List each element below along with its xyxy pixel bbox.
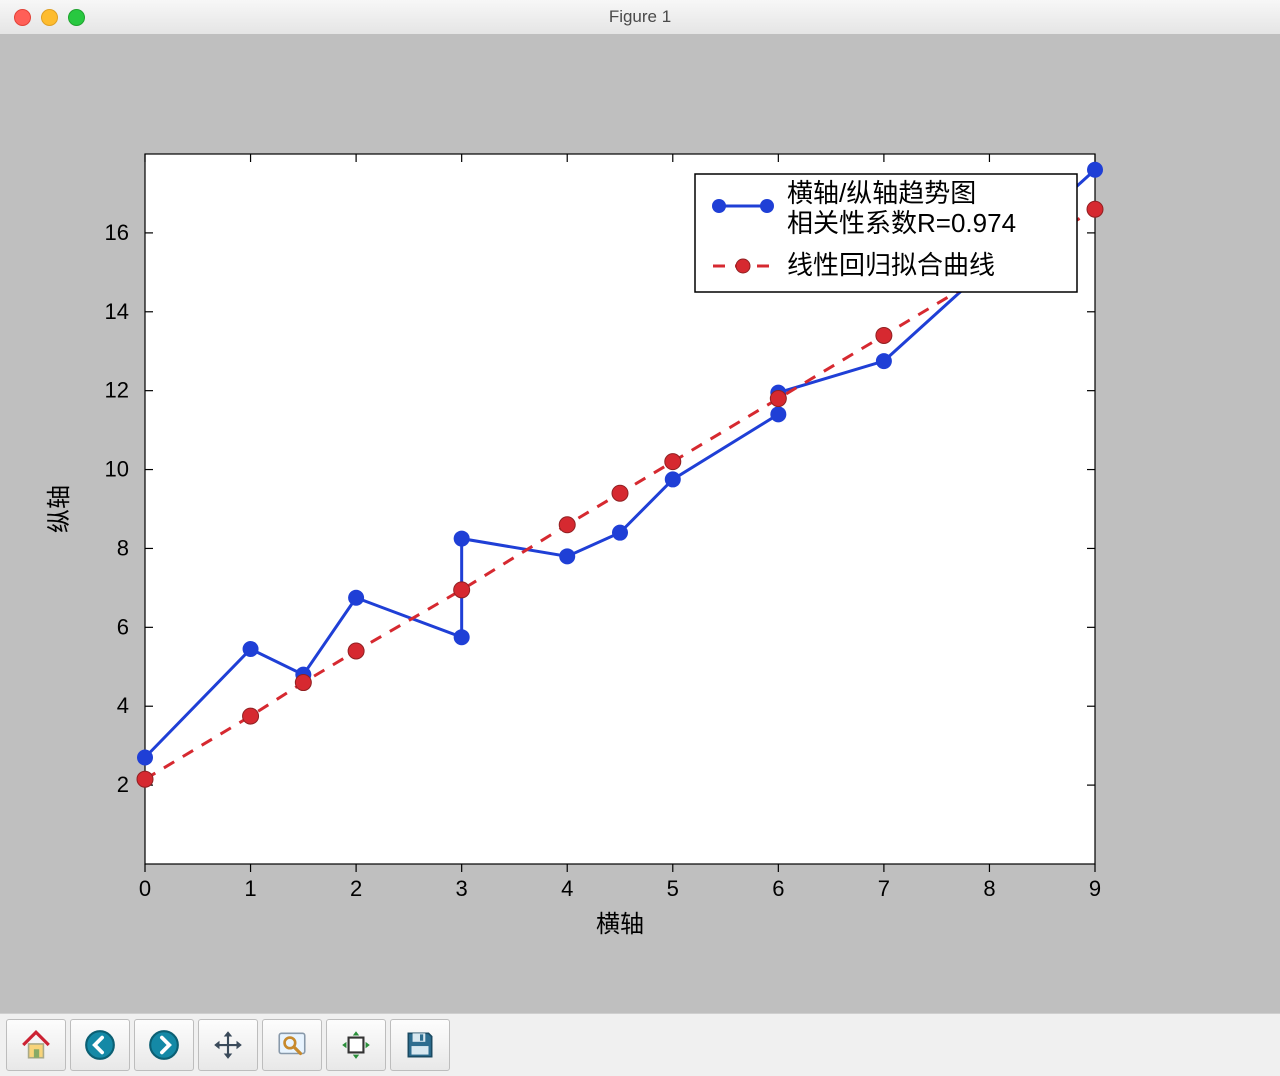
subplot-icon	[339, 1028, 373, 1062]
svg-text:线性回归拟合曲线: 线性回归拟合曲线	[787, 250, 995, 280]
svg-text:12: 12	[105, 378, 129, 403]
svg-text:14: 14	[105, 299, 129, 324]
home-icon	[19, 1028, 53, 1062]
regression-point	[1087, 201, 1103, 217]
svg-text:相关性系数R=0.974: 相关性系数R=0.974	[787, 208, 1016, 238]
forward-button[interactable]	[134, 1019, 194, 1071]
svg-text:0: 0	[139, 876, 151, 901]
trend-point	[770, 406, 786, 422]
trend-point	[1087, 162, 1103, 178]
svg-text:8: 8	[983, 876, 995, 901]
svg-text:横轴/纵轴趋势图: 横轴/纵轴趋势图	[787, 178, 976, 208]
zoom-icon	[275, 1028, 309, 1062]
trend-point	[348, 590, 364, 606]
zoom-button[interactable]	[262, 1019, 322, 1071]
regression-point	[665, 454, 681, 470]
trend-point	[876, 353, 892, 369]
regression-point	[243, 708, 259, 724]
regression-point	[137, 771, 153, 787]
svg-text:4: 4	[117, 693, 129, 718]
svg-text:9: 9	[1089, 876, 1101, 901]
back-button[interactable]	[70, 1019, 130, 1071]
svg-text:纵轴: 纵轴	[46, 485, 73, 533]
svg-text:5: 5	[667, 876, 679, 901]
trend-point	[612, 525, 628, 541]
regression-point	[876, 327, 892, 343]
arrow-left-icon	[83, 1028, 117, 1062]
figure-canvas: 0123456789246810121416横轴纵轴横轴/纵轴趋势图相关性系数R…	[0, 34, 1280, 1014]
svg-text:7: 7	[878, 876, 890, 901]
svg-text:10: 10	[105, 457, 129, 482]
svg-text:6: 6	[117, 614, 129, 639]
regression-point	[348, 643, 364, 659]
svg-text:6: 6	[772, 876, 784, 901]
svg-text:2: 2	[350, 876, 362, 901]
window-titlebar: Figure 1	[0, 0, 1280, 35]
trend-point	[454, 629, 470, 645]
regression-point	[454, 582, 470, 598]
trend-point	[559, 548, 575, 564]
arrow-right-icon	[147, 1028, 181, 1062]
svg-text:2: 2	[117, 772, 129, 797]
window-title: Figure 1	[0, 7, 1280, 27]
configure-subplots-button[interactable]	[326, 1019, 386, 1071]
svg-text:3: 3	[456, 876, 468, 901]
home-button[interactable]	[6, 1019, 66, 1071]
regression-point	[559, 517, 575, 533]
pan-icon	[211, 1028, 245, 1062]
save-button[interactable]	[390, 1019, 450, 1071]
regression-point	[295, 675, 311, 691]
svg-text:16: 16	[105, 220, 129, 245]
svg-text:8: 8	[117, 535, 129, 560]
svg-text:4: 4	[561, 876, 573, 901]
save-icon	[403, 1028, 437, 1062]
regression-point	[770, 391, 786, 407]
trend-point	[243, 641, 259, 657]
trend-point	[137, 750, 153, 766]
nav-toolbar	[0, 1013, 1280, 1076]
trend-point	[454, 531, 470, 547]
trend-point	[665, 471, 681, 487]
pan-button[interactable]	[198, 1019, 258, 1071]
svg-text:1: 1	[244, 876, 256, 901]
svg-text:横轴: 横轴	[596, 911, 644, 938]
regression-point	[612, 485, 628, 501]
